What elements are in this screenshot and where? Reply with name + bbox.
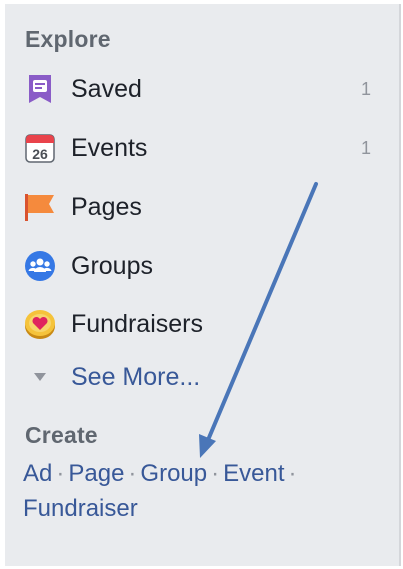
left-sidebar: Explore Saved 1 26 Events 1 Pages Groups… <box>5 4 401 566</box>
create-fundraiser-link[interactable]: Fundraiser <box>23 495 138 522</box>
create-heading: Create <box>25 422 98 448</box>
fundraiser-heart-coin-icon <box>23 307 57 341</box>
sidebar-item-pages[interactable]: Pages <box>23 184 383 230</box>
create-group-link[interactable]: Group <box>140 460 207 487</box>
sidebar-item-label: Saved <box>71 74 142 103</box>
sidebar-item-fundraisers[interactable]: Fundraisers <box>23 301 383 347</box>
create-links: Ad · Page · Group · Event · Fundraiser <box>23 456 363 526</box>
saved-count-badge: 1 <box>360 78 371 99</box>
create-event-link[interactable]: Event <box>223 460 284 487</box>
flag-icon <box>23 190 57 224</box>
caret-down-icon <box>23 360 57 394</box>
groups-icon <box>23 249 57 283</box>
sidebar-item-label: Fundraisers <box>71 309 203 338</box>
see-more-label: See More... <box>71 362 201 391</box>
sidebar-item-label: Groups <box>71 251 153 280</box>
events-count-badge: 1 <box>360 137 371 158</box>
sidebar-item-saved[interactable]: Saved 1 <box>23 66 383 112</box>
see-more-link[interactable]: See More... <box>23 354 383 400</box>
create-ad-link[interactable]: Ad <box>23 460 52 487</box>
separator: · <box>128 460 137 487</box>
separator: · <box>288 460 297 487</box>
separator: · <box>56 460 65 487</box>
calendar-date-number: 26 <box>32 146 48 162</box>
sidebar-item-label: Pages <box>71 192 142 221</box>
explore-heading: Explore <box>25 26 111 52</box>
sidebar-item-groups[interactable]: Groups <box>23 243 383 289</box>
calendar-icon: 26 <box>23 131 57 165</box>
saved-bookmark-icon <box>23 72 57 106</box>
sidebar-item-events[interactable]: 26 Events 1 <box>23 125 383 171</box>
create-page-link[interactable]: Page <box>68 460 124 487</box>
sidebar-item-label: Events <box>71 133 148 162</box>
separator: · <box>211 460 220 487</box>
